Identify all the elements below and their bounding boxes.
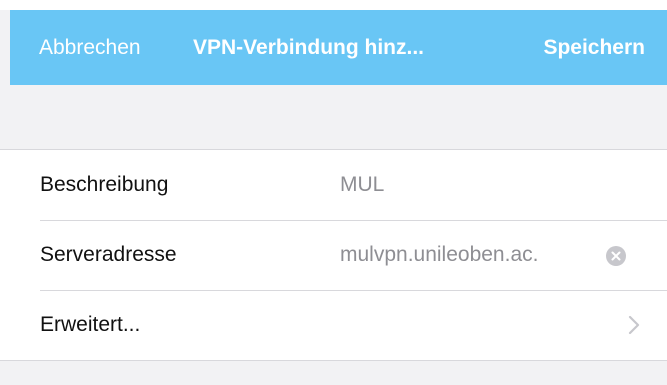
page-title: VPN-Verbindung hinz... [193,36,424,59]
server-address-row[interactable]: Serveradresse mulvpn.unileoben.ac. [0,220,667,290]
vpn-settings-group: Beschreibung MUL Serveradresse mulvpn.un… [0,149,667,361]
status-area [0,0,667,10]
server-address-label: Serveradresse [40,243,177,266]
advanced-row[interactable]: Erweitert... [0,290,667,360]
cancel-button[interactable]: Abbrechen [39,10,141,85]
navigation-bar: Abbrechen VPN-Verbindung hinz... Speiche… [10,10,667,85]
vpn-add-screen: Abbrechen VPN-Verbindung hinz... Speiche… [0,0,667,385]
advanced-label: Erweitert... [40,313,141,336]
chevron-right-icon [628,315,640,335]
description-label: Beschreibung [40,173,169,196]
save-button[interactable]: Speichern [543,10,645,85]
description-row[interactable]: Beschreibung MUL [0,150,667,220]
server-address-field[interactable]: mulvpn.unileoben.ac. [340,220,538,290]
description-field[interactable]: MUL [340,150,384,220]
clear-circle-icon[interactable] [606,246,626,266]
